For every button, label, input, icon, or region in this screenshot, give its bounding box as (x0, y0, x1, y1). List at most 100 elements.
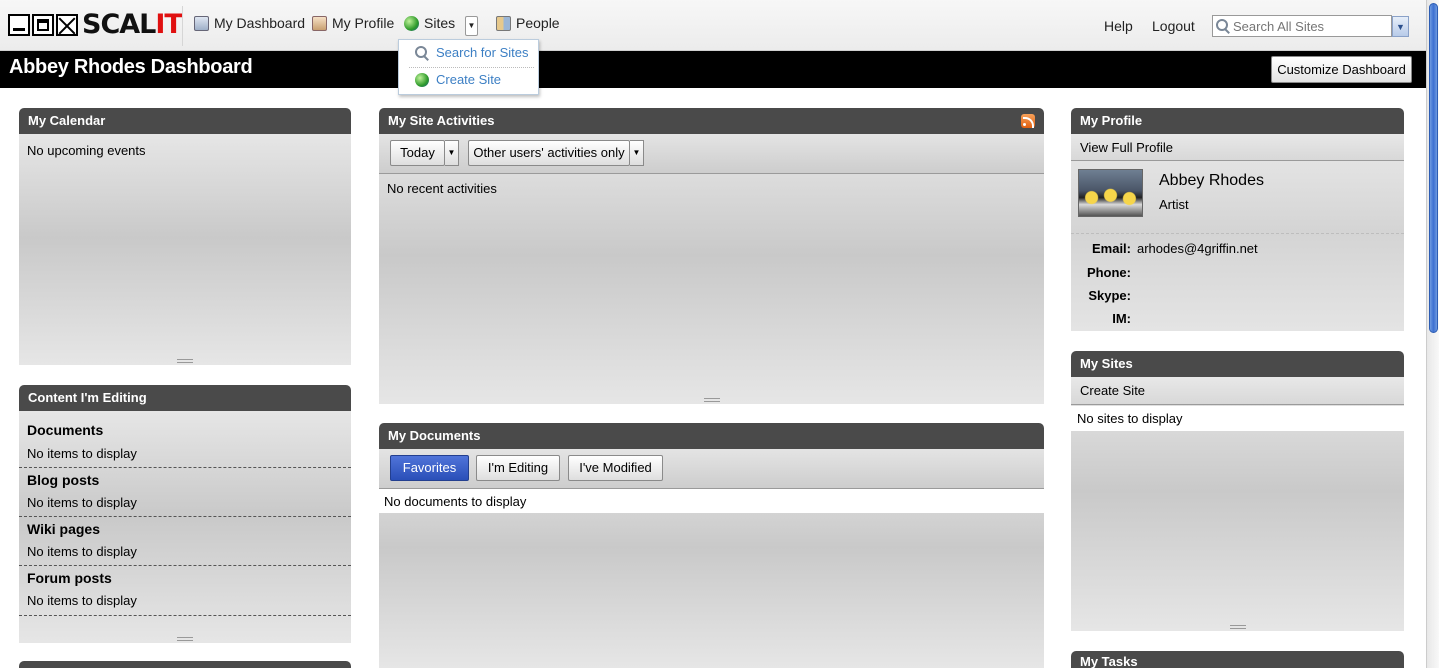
profile-toolbar: View Full Profile (1071, 134, 1404, 161)
resize-handle[interactable] (177, 359, 193, 363)
globe-icon (415, 72, 429, 87)
resize-handle[interactable] (177, 637, 193, 641)
documents-toolbar: Favorites I'm Editing I've Modified (379, 449, 1044, 489)
my-profile-dashlet: My Profile View Full Profile Abbey Rhode… (1071, 108, 1404, 331)
content-editing-header: Content I'm Editing (19, 385, 351, 411)
my-calendar-body: No upcoming events (19, 134, 351, 365)
site-activities-dashlet: My Site Activities Today ▼ Other users' … (379, 108, 1044, 404)
calendar-empty-text: No upcoming events (27, 143, 146, 158)
search-box[interactable] (1212, 15, 1392, 37)
nav-sites[interactable]: Sites (404, 15, 455, 31)
help-link[interactable]: Help (1104, 18, 1133, 34)
nav-my-profile-label: My Profile (332, 15, 395, 31)
profile-card: Abbey Rhodes Artist (1071, 162, 1404, 234)
my-profile-header: My Profile (1071, 108, 1404, 134)
email-label: Email: (1091, 241, 1131, 256)
content-editing-dashlet: Content I'm Editing Documents No items t… (19, 385, 351, 643)
tab-ive-modified[interactable]: I've Modified (568, 455, 663, 481)
my-calendar-dashlet: My Calendar No upcoming events (19, 108, 351, 365)
menu-item-create-site-label: Create Site (436, 72, 502, 87)
range-select-button[interactable]: Today (390, 140, 445, 166)
my-profile-body: View Full Profile Abbey Rhodes Artist Em… (1071, 134, 1404, 331)
my-sites-toolbar: Create Site (1071, 377, 1404, 405)
documents-list: No documents to display (379, 489, 1044, 513)
chevron-down-icon: ▼ (447, 148, 456, 157)
globe-icon (404, 15, 419, 31)
sites-list: No sites to display (1071, 406, 1404, 431)
section-heading: Wiki pages (27, 521, 101, 537)
section-divider (19, 615, 351, 616)
my-documents-body: Favorites I'm Editing I've Modified No d… (379, 449, 1044, 668)
section-empty-text: No items to display (27, 544, 137, 559)
content-editing-body: Documents No items to display Blog posts… (19, 411, 351, 643)
nav-sites-label: Sites (424, 15, 456, 31)
menu-item-search-sites[interactable]: Search for Sites (415, 45, 529, 60)
maximize-logo-icon (32, 14, 54, 36)
activities-toolbar: Today ▼ Other users' activities only ▼ (379, 134, 1044, 174)
my-tasks-dashlet: My Tasks (1071, 651, 1404, 669)
dashboard-title-bar: Abbey Rhodes Dashboard Customize Dashboa… (0, 51, 1426, 88)
tab-im-editing[interactable]: I'm Editing (476, 455, 560, 481)
my-sites-dashlet: My Sites Create Site No sites to display (1071, 351, 1404, 631)
menu-item-create-site[interactable]: Create Site (415, 72, 501, 87)
nav-my-dashboard[interactable]: My Dashboard (194, 15, 305, 31)
sites-empty-text: No sites to display (1077, 411, 1183, 426)
section-divider (19, 516, 351, 517)
my-sites-body: Create Site No sites to display (1071, 377, 1404, 631)
chevron-down-icon: ▼ (467, 21, 476, 30)
my-documents-dashlet: My Documents Favorites I'm Editing I've … (379, 423, 1044, 668)
menu-item-search-sites-label: Search for Sites (436, 45, 529, 60)
minimize-logo-icon (8, 14, 30, 36)
search-input[interactable] (1233, 18, 1383, 34)
search-options-dropdown[interactable]: ▼ (1392, 16, 1409, 37)
nav-people-label: People (516, 15, 560, 31)
sites-dropdown-menu: Search for Sites Create Site (398, 39, 539, 95)
page-scrollbar[interactable] (1426, 0, 1439, 668)
my-tasks-header: My Tasks (1071, 651, 1404, 669)
section-empty-text: No items to display (27, 446, 137, 461)
rss-feed-icon[interactable] (1021, 114, 1035, 128)
activities-empty-text: No recent activities (387, 181, 497, 196)
filter-dropdown-arrow[interactable]: ▼ (630, 140, 644, 166)
profile-role: Artist (1159, 197, 1189, 212)
tab-favorites[interactable]: Favorites (390, 455, 469, 481)
next-dashlet-peek (19, 661, 351, 668)
top-bar: SCALIT My Dashboard My Profile Sites ▼ P… (0, 0, 1426, 51)
nav-people[interactable]: People (496, 15, 560, 31)
close-logo-icon (56, 14, 78, 36)
range-dropdown-arrow[interactable]: ▼ (445, 140, 459, 166)
scrollbar-thumb[interactable] (1429, 3, 1438, 333)
profile-name: Abbey Rhodes (1159, 172, 1264, 189)
section-empty-text: No items to display (27, 593, 137, 608)
customize-dashboard-button[interactable]: Customize Dashboard (1271, 56, 1412, 83)
phone-label: Phone: (1086, 265, 1131, 280)
people-icon (496, 15, 511, 31)
avatar (1078, 169, 1143, 217)
documents-empty-text: No documents to display (384, 494, 527, 509)
profile-icon (312, 15, 327, 31)
section-heading: Blog posts (27, 472, 100, 488)
section-divider (19, 565, 351, 566)
my-documents-header: My Documents (379, 423, 1044, 449)
menu-separator (409, 67, 534, 68)
resize-handle[interactable] (703, 398, 720, 402)
section-divider (19, 467, 351, 468)
skype-label: Skype: (1088, 288, 1131, 303)
email-value[interactable]: arhodes@4griffin.net (1137, 241, 1258, 256)
sites-dropdown-toggle[interactable]: ▼ (465, 16, 478, 36)
section-heading: Documents (27, 422, 104, 438)
view-full-profile-link[interactable]: View Full Profile (1080, 140, 1173, 155)
scalit-logo[interactable]: SCALIT (8, 9, 183, 40)
resize-handle[interactable] (1229, 625, 1246, 629)
logo-wordmark: SCALIT (82, 9, 183, 40)
nav-my-profile[interactable]: My Profile (312, 15, 394, 31)
im-label: IM: (1112, 311, 1131, 326)
section-heading: Forum posts (27, 570, 112, 586)
logout-link[interactable]: Logout (1152, 18, 1195, 34)
next-dashlet-header (19, 661, 351, 668)
logo-divider (182, 6, 183, 46)
section-empty-text: No items to display (27, 495, 137, 510)
activity-filter-button[interactable]: Other users' activities only (468, 140, 630, 166)
create-site-link[interactable]: Create Site (1080, 383, 1145, 398)
my-calendar-header: My Calendar (19, 108, 351, 134)
